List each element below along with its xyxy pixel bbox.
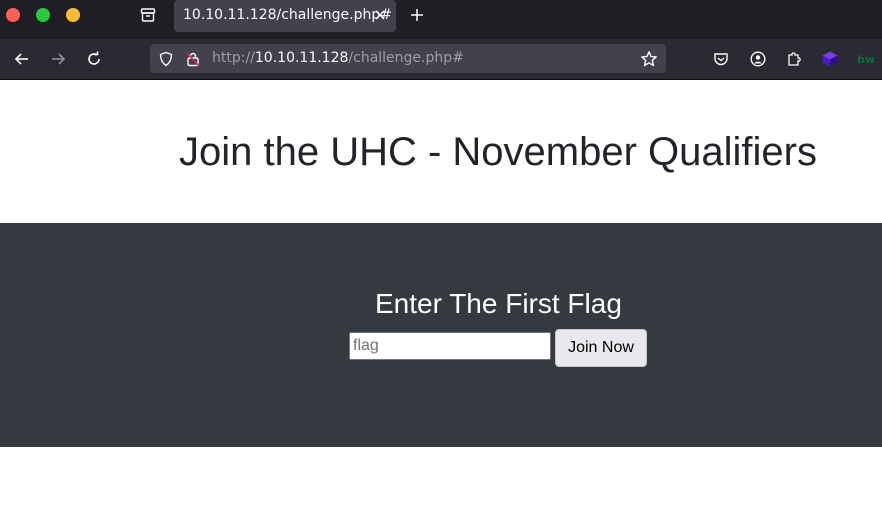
puzzle-icon[interactable]	[783, 48, 805, 70]
star-icon[interactable]	[640, 50, 658, 68]
window-minimize-button[interactable]	[66, 8, 80, 22]
account-icon[interactable]	[747, 48, 769, 70]
window-maximize-button[interactable]	[36, 8, 50, 22]
form-heading: Enter The First Flag	[375, 288, 622, 319]
url-text[interactable]: http://10.10.11.128/challenge.php#	[212, 50, 464, 66]
url-host: 10.10.11.128	[254, 50, 349, 66]
flag-input[interactable]	[349, 332, 551, 360]
bitwarden-extension-icon[interactable]: bw	[855, 48, 877, 70]
window-close-button[interactable]	[6, 8, 20, 22]
reload-icon[interactable]	[83, 48, 105, 70]
page-title: Join the UHC - November Qualifiers	[179, 130, 817, 174]
svg-text:bw: bw	[857, 53, 875, 66]
shield-icon[interactable]	[157, 50, 175, 68]
close-icon[interactable]	[373, 8, 387, 22]
url-prefix: http://	[212, 50, 255, 66]
join-now-button[interactable]: Join Now	[555, 329, 647, 367]
url-bar[interactable]: http://10.10.11.128/challenge.php#	[150, 44, 666, 73]
insecure-lock-icon[interactable]	[184, 50, 202, 68]
tab-overview-icon[interactable]	[138, 5, 158, 25]
navigation-toolbar: http://10.10.11.128/challenge.php# bw	[0, 39, 882, 80]
pocket-icon[interactable]	[710, 48, 732, 70]
layers-extension-icon[interactable]	[819, 48, 841, 70]
arrow-right-icon[interactable]	[47, 48, 69, 70]
tab-active[interactable]: 10.10.11.128/challenge.php#	[174, 0, 396, 32]
tab-title: 10.10.11.128/challenge.php#	[183, 7, 392, 23]
tab-bar: 10.10.11.128/challenge.php#	[0, 0, 882, 39]
url-path: /challenge.php#	[348, 50, 464, 66]
arrow-left-icon[interactable]	[11, 48, 33, 70]
new-tab-plus-icon[interactable]	[408, 6, 426, 24]
